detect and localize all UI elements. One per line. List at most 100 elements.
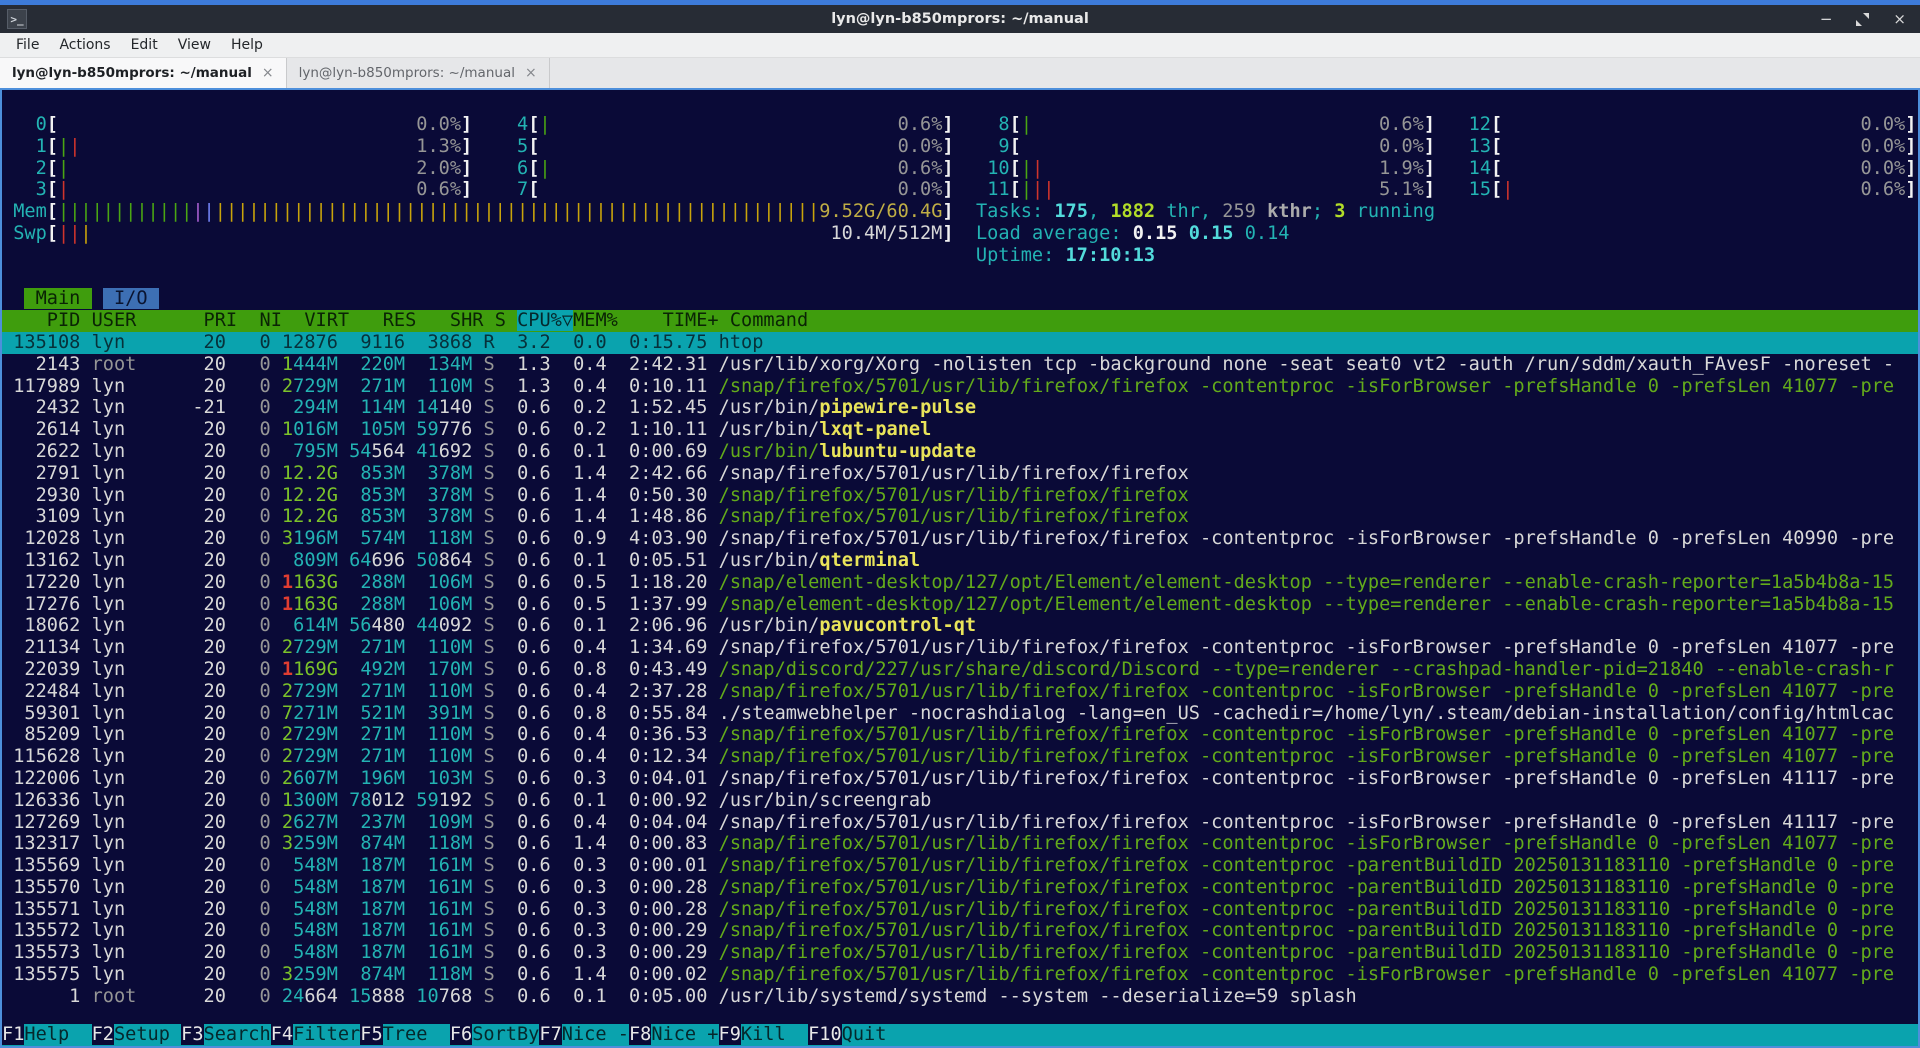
fkey-f3-number[interactable]: F3	[181, 1024, 203, 1045]
process-pid: 2432	[2, 397, 80, 418]
process-state: S	[483, 724, 494, 745]
fkey-f2-label[interactable]: Setup	[114, 1024, 181, 1045]
swap-meter-row: Swp[||| 10.4M/512M] Load average: 0.15 0…	[2, 223, 1918, 245]
fkey-f4-number[interactable]: F4	[271, 1024, 293, 1045]
process-row[interactable]: 135573 lyn 20 0 548M 187M 161M S 0.6 0.3…	[2, 942, 1918, 964]
tab-close-icon[interactable]: ×	[525, 65, 537, 81]
process-row[interactable]: 135572 lyn 20 0 548M 187M 161M S 0.6 0.3…	[2, 920, 1918, 942]
column-header-res[interactable]: RES	[360, 310, 416, 331]
process-row[interactable]: 135571 lyn 20 0 548M 187M 161M S 0.6 0.3…	[2, 899, 1918, 921]
process-command: /snap/element-desktop/127/opt/Element/el…	[719, 594, 1894, 615]
process-row[interactable]: 135575 lyn 20 0 3259M 874M 118M S 0.6 1.…	[2, 964, 1918, 986]
process-row[interactable]: 132317 lyn 20 0 3259M 874M 118M S 0.6 1.…	[2, 833, 1918, 855]
fkey-f7-number[interactable]: F7	[539, 1024, 561, 1045]
process-cpu: 0.6	[506, 703, 551, 724]
process-row[interactable]: 2791 lyn 20 0 12.2G 853M 378M S 0.6 1.4 …	[2, 463, 1918, 485]
process-row[interactable]: 59301 lyn 20 0 7271M 521M 391M S 0.6 0.8…	[2, 703, 1918, 725]
column-header-mem[interactable]: MEM%	[573, 310, 618, 331]
fkey-f9-label[interactable]: Kill	[741, 1024, 808, 1045]
process-row[interactable]: 3109 lyn 20 0 12.2G 853M 378M S 0.6 1.4 …	[2, 506, 1918, 528]
column-header-user[interactable]: USER	[92, 310, 193, 331]
column-header-pri[interactable]: PRI	[204, 310, 238, 331]
process-row[interactable]: 122006 lyn 20 0 2607M 196M 103M S 0.6 0.…	[2, 768, 1918, 790]
process-row[interactable]: 135570 lyn 20 0 548M 187M 161M S 0.6 0.3…	[2, 877, 1918, 899]
terminal-tab-1[interactable]: lyn@lyn-b850mprors: ~/manual×	[0, 58, 287, 88]
process-command: /snap/firefox/5701/usr/lib/firefox/firef…	[719, 746, 1894, 767]
process-row[interactable]: 17276 lyn 20 0 1163G 288M 106M S 0.6 0.5…	[2, 594, 1918, 616]
process-row[interactable]: 13162 lyn 20 0 809M 64696 50864 S 0.6 0.…	[2, 550, 1918, 572]
process-row[interactable]: 135569 lyn 20 0 548M 187M 161M S 0.6 0.3…	[2, 855, 1918, 877]
process-time: 0:00.29	[618, 942, 708, 963]
process-row[interactable]: 1 root 20 0 24664 15888 10768 S 0.6 0.1 …	[2, 986, 1918, 1008]
screen-tab-main[interactable]: Main	[24, 288, 91, 309]
process-user: lyn	[92, 681, 193, 702]
column-header-shr[interactable]: SHR	[428, 310, 484, 331]
process-row[interactable]: 126336 lyn 20 0 1300M 78012 59192 S 0.6 …	[2, 790, 1918, 812]
process-row[interactable]: 135108 lyn 20 0 12876 9116 3868 R 3.2 0.…	[2, 332, 1918, 354]
menu-item-actions[interactable]: Actions	[49, 33, 120, 57]
menu-item-file[interactable]: File	[6, 33, 49, 57]
menu-item-edit[interactable]: Edit	[121, 33, 168, 57]
fkey-f10-number[interactable]: F10	[808, 1024, 842, 1045]
process-row[interactable]: 12028 lyn 20 0 3196M 574M 118M S 0.6 0.9…	[2, 528, 1918, 550]
fkey-f6-label[interactable]: SortBy	[472, 1024, 539, 1045]
menu-item-view[interactable]: View	[168, 33, 221, 57]
fkey-f1-label[interactable]: Help	[24, 1024, 91, 1045]
column-header-virt[interactable]: VIRT	[293, 310, 349, 331]
process-row[interactable]: 2614 lyn 20 0 1016M 105M 59776 S 0.6 0.2…	[2, 419, 1918, 441]
process-row[interactable]: 117989 lyn 20 0 2729M 271M 110M S 1.3 0.…	[2, 376, 1918, 398]
terminal-tab-2[interactable]: lyn@lyn-b850mprors: ~/manual×	[287, 58, 550, 88]
column-header-command[interactable]: Command	[730, 310, 808, 331]
fkey-f10-label[interactable]: Quit	[842, 1024, 909, 1045]
process-row[interactable]: 127269 lyn 20 0 2627M 237M 109M S 0.6 0.…	[2, 812, 1918, 834]
fkey-f8-label[interactable]: Nice +	[651, 1024, 718, 1045]
process-row[interactable]: 115628 lyn 20 0 2729M 271M 110M S 0.6 0.…	[2, 746, 1918, 768]
process-priority: 20	[192, 594, 226, 615]
column-header-pid[interactable]: PID	[2, 310, 80, 331]
process-row[interactable]: 85209 lyn 20 0 2729M 271M 110M S 0.6 0.4…	[2, 724, 1918, 746]
column-header-ni[interactable]: NI	[248, 310, 282, 331]
fkey-f5-label[interactable]: Tree	[383, 1024, 450, 1045]
fkey-f6-number[interactable]: F6	[450, 1024, 472, 1045]
cpu-meter-label: 14	[1457, 158, 1491, 179]
fkey-f5-number[interactable]: F5	[360, 1024, 382, 1045]
process-row[interactable]: 2432 lyn -21 0 294M 114M 14140 S 0.6 0.2…	[2, 397, 1918, 419]
process-row[interactable]: 2622 lyn 20 0 795M 54564 41692 S 0.6 0.1…	[2, 441, 1918, 463]
cpu-meter-label: 9	[976, 136, 1010, 157]
fkey-f3-label[interactable]: Search	[204, 1024, 271, 1045]
fkey-f2-number[interactable]: F2	[92, 1024, 114, 1045]
fkey-f4-label[interactable]: Filter	[293, 1024, 360, 1045]
fkey-f7-label[interactable]: Nice -	[562, 1024, 629, 1045]
fkey-f8-number[interactable]: F8	[629, 1024, 651, 1045]
process-priority: 20	[192, 746, 226, 767]
process-row[interactable]: 2143 root 20 0 1444M 220M 134M S 1.3 0.4…	[2, 354, 1918, 376]
minimize-button[interactable]: −	[1820, 12, 1833, 27]
cpu-meter-bar: |	[1021, 158, 1032, 179]
process-row[interactable]: 17220 lyn 20 0 1163G 288M 106M S 0.6 0.5…	[2, 572, 1918, 594]
process-row[interactable]: 21134 lyn 20 0 2729M 271M 110M S 0.6 0.4…	[2, 637, 1918, 659]
process-row[interactable]: 18062 lyn 20 0 614M 56480 44092 S 0.6 0.…	[2, 615, 1918, 637]
cpu-meter-bar: |	[1032, 158, 1043, 179]
title-bar[interactable]: >_ lyn@lyn-b850mprors: ~/manual − ×	[0, 5, 1920, 33]
process-row[interactable]: 2930 lyn 20 0 12.2G 853M 378M S 0.6 1.4 …	[2, 485, 1918, 507]
column-header-time[interactable]: TIME+	[629, 310, 719, 331]
process-row[interactable]: 22484 lyn 20 0 2729M 271M 110M S 0.6 0.4…	[2, 681, 1918, 703]
process-command: /snap/element-desktop/127/opt/Element/el…	[719, 572, 1894, 593]
process-cpu: 0.6	[506, 681, 551, 702]
maximize-button[interactable]	[1856, 13, 1869, 26]
cpu-meter-label: 10	[976, 158, 1010, 179]
process-user: lyn	[92, 746, 193, 767]
process-pid: 135573	[2, 942, 80, 963]
menu-item-help[interactable]: Help	[221, 33, 273, 57]
process-state: S	[483, 920, 494, 941]
screen-tab-io[interactable]: I/O	[103, 288, 159, 309]
column-header-cpu-sorted[interactable]: CPU%▽	[517, 310, 573, 331]
tab-close-icon[interactable]: ×	[262, 65, 274, 81]
column-header-state[interactable]: S	[495, 310, 506, 331]
fkey-f1-number[interactable]: F1	[2, 1024, 24, 1045]
terminal-screen[interactable]: 0[ 0.0%] 4[| 0.6%] 8[| 0.6%] 12[ 0.0%] 1…	[0, 88, 1920, 1048]
close-button[interactable]: ×	[1893, 12, 1906, 27]
memory-shared-bar: |	[204, 201, 215, 222]
fkey-f9-number[interactable]: F9	[719, 1024, 741, 1045]
process-row[interactable]: 22039 lyn 20 0 1169G 492M 170M S 0.6 0.8…	[2, 659, 1918, 681]
